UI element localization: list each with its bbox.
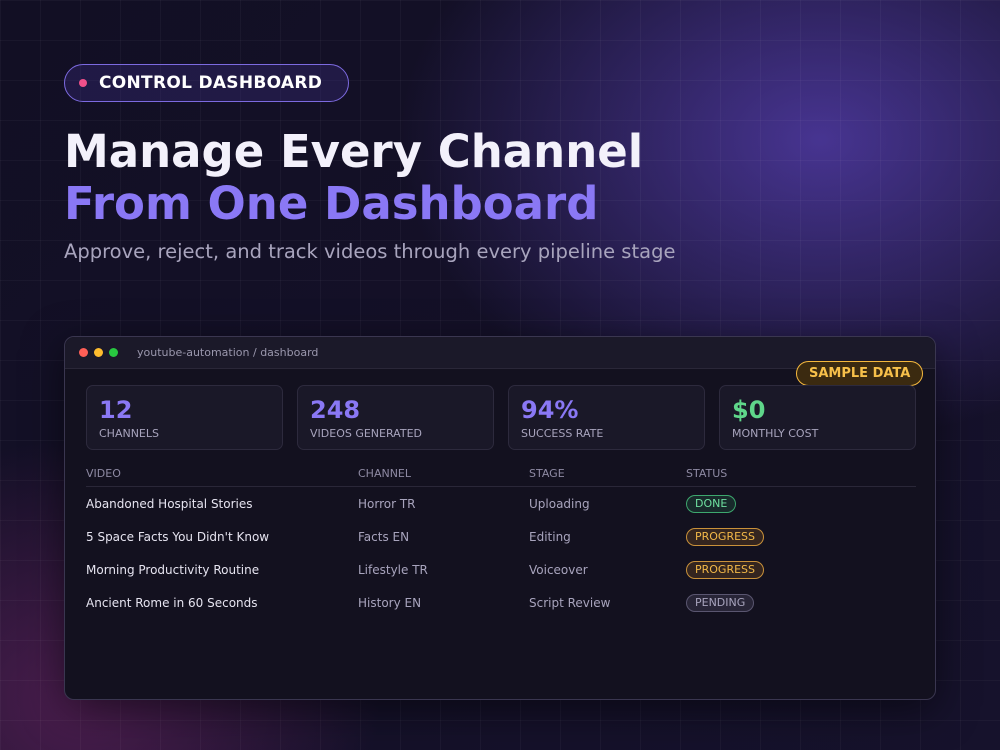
- table-header: VIDEO CHANNEL STAGE STATUS: [86, 461, 916, 487]
- hero-title-line1: Manage Every Channel: [64, 125, 644, 178]
- window-path: youtube-automation / dashboard: [137, 346, 319, 359]
- status-badge: PROGRESS: [686, 527, 765, 546]
- minimize-window-icon[interactable]: [94, 348, 103, 357]
- stat-card-success-rate: 94% SUCCESS RATE: [508, 385, 705, 450]
- stat-label: CHANNELS: [99, 427, 159, 440]
- column-header-stage[interactable]: STAGE: [529, 467, 686, 480]
- hero-subtitle: Approve, reject, and track videos throug…: [64, 240, 676, 263]
- cell-stage: Editing: [529, 529, 571, 544]
- column-header-channel[interactable]: CHANNEL: [358, 467, 529, 480]
- stat-label: MONTHLY COST: [732, 427, 819, 440]
- cell-stage: Script Review: [529, 595, 611, 610]
- stat-label: VIDEOS GENERATED: [310, 427, 422, 440]
- column-header-status[interactable]: STATUS: [686, 467, 916, 480]
- status-badge: PROGRESS: [686, 560, 765, 579]
- stat-label: SUCCESS RATE: [521, 427, 604, 440]
- table-row[interactable]: 5 Space Facts You Didn't Know Facts EN E…: [86, 520, 916, 553]
- cell-video: Ancient Rome in 60 Seconds: [86, 595, 258, 610]
- table-row[interactable]: Ancient Rome in 60 Seconds History EN Sc…: [86, 586, 916, 619]
- badge-dot-icon: [79, 79, 87, 87]
- stat-value: 94%: [521, 396, 579, 424]
- status-badge: DONE: [686, 494, 737, 513]
- stat-value: 248: [310, 396, 361, 424]
- cell-video: Morning Productivity Routine: [86, 562, 260, 577]
- cell-channel: History EN: [358, 595, 422, 610]
- stat-card-channels: 12 CHANNELS: [86, 385, 283, 450]
- cell-video: Abandoned Hospital Stories: [86, 496, 253, 511]
- cell-channel: Horror TR: [358, 496, 416, 511]
- stat-value: $0: [732, 396, 766, 424]
- status-badge: PENDING: [686, 593, 755, 612]
- close-window-icon[interactable]: [79, 348, 88, 357]
- stat-value: 12: [99, 396, 133, 424]
- cell-stage: Uploading: [529, 496, 590, 511]
- cell-channel: Facts EN: [358, 529, 410, 544]
- stat-card-videos: 248 VIDEOS GENERATED: [297, 385, 494, 450]
- hero-title-line2: From One Dashboard: [64, 177, 599, 230]
- column-header-video[interactable]: VIDEO: [86, 467, 358, 480]
- stat-card-monthly-cost: $0 MONTHLY COST: [719, 385, 916, 450]
- badge-label: CONTROL DASHBOARD: [99, 73, 323, 93]
- table-row[interactable]: Abandoned Hospital Stories Horror TR Upl…: [86, 487, 916, 520]
- maximize-window-icon[interactable]: [109, 348, 118, 357]
- videos-table: VIDEO CHANNEL STAGE STATUS Abandoned Hos…: [86, 461, 916, 619]
- cell-video: 5 Space Facts You Didn't Know: [86, 529, 270, 544]
- table-row[interactable]: Morning Productivity Routine Lifestyle T…: [86, 553, 916, 586]
- stats-row: 12 CHANNELS 248 VIDEOS GENERATED 94% SUC…: [86, 385, 916, 450]
- cell-stage: Voiceover: [529, 562, 588, 577]
- dashboard-window: youtube-automation / dashboard SAMPLE DA…: [64, 336, 936, 700]
- control-dashboard-badge: CONTROL DASHBOARD: [64, 64, 350, 102]
- cell-channel: Lifestyle TR: [358, 562, 428, 577]
- sample-data-badge: SAMPLE DATA: [796, 361, 924, 386]
